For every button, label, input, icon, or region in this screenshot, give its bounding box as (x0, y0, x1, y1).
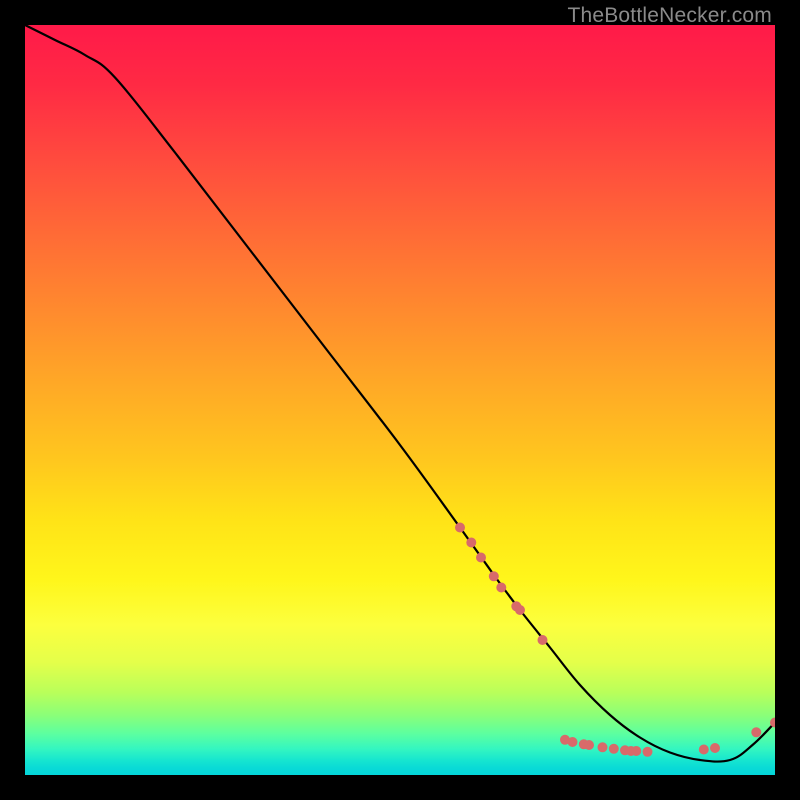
highlight-marker (455, 523, 465, 533)
highlight-marker (568, 737, 578, 747)
bottleneck-curve-path (25, 25, 775, 762)
highlight-marker (538, 635, 548, 645)
highlight-marker (476, 553, 486, 563)
highlight-marker (496, 583, 506, 593)
highlight-marker (584, 740, 594, 750)
highlight-marker (710, 743, 720, 753)
chart-svg (25, 25, 775, 775)
plot-area (25, 25, 775, 775)
watermark-text: TheBottleNecker.com (567, 4, 772, 28)
chart-frame: TheBottleNecker.com (0, 0, 800, 800)
highlight-marker (466, 538, 476, 548)
highlight-marker (515, 605, 525, 615)
highlight-marker (699, 745, 709, 755)
highlight-marker (598, 742, 608, 752)
highlight-marker-group (455, 523, 775, 757)
highlight-marker (631, 746, 641, 756)
highlight-marker (609, 744, 619, 754)
highlight-marker (751, 727, 761, 737)
highlight-marker (643, 747, 653, 757)
highlight-marker (489, 571, 499, 581)
